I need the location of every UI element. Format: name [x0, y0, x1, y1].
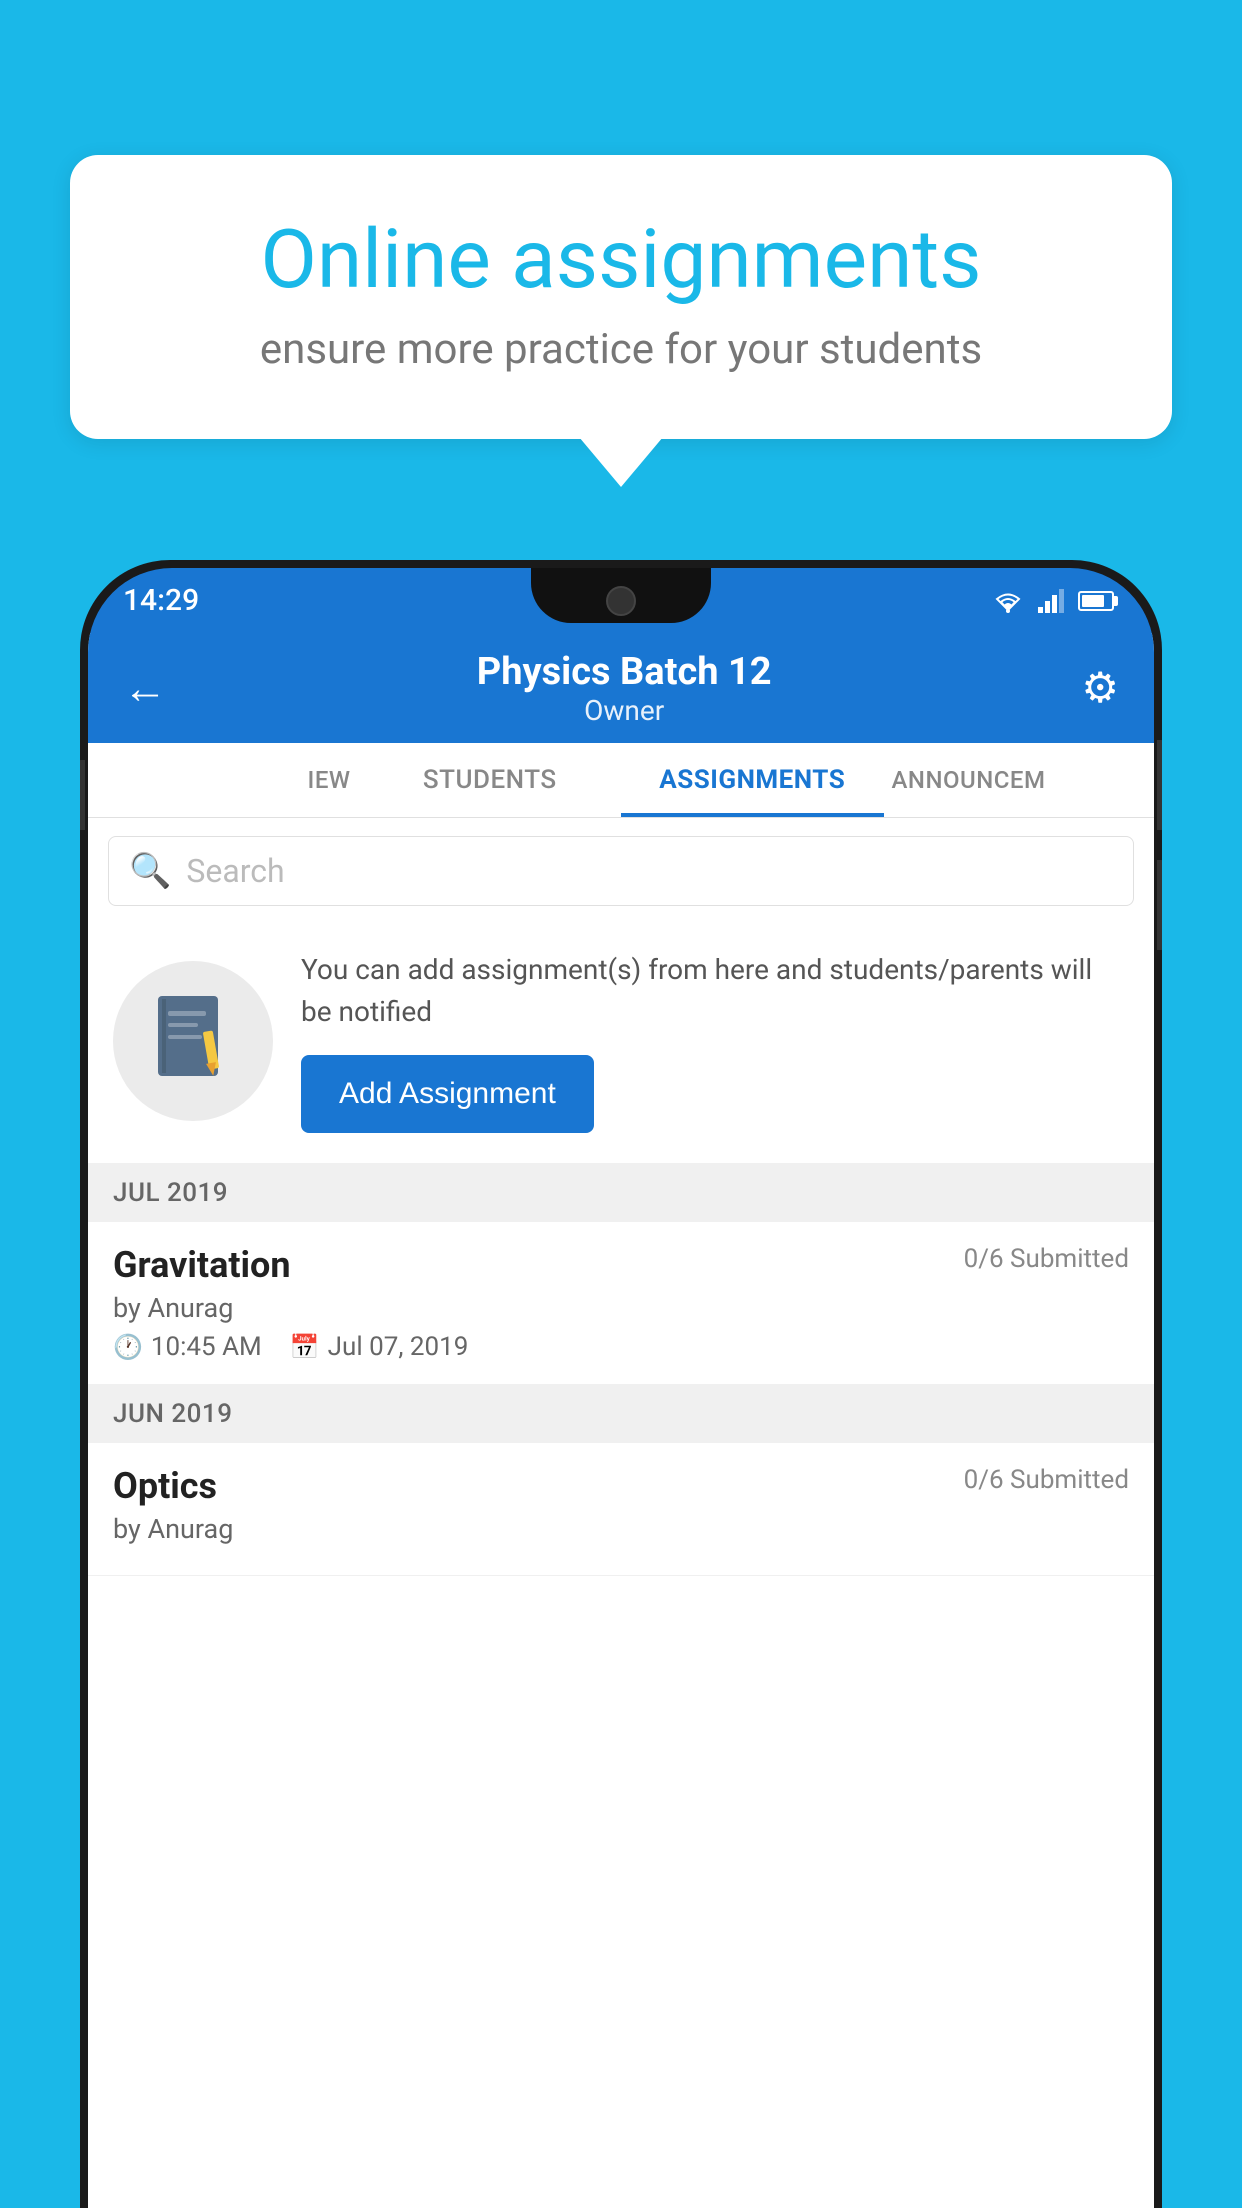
add-assignment-button[interactable]: Add Assignment: [301, 1055, 594, 1133]
info-text-block: You can add assignment(s) from here and …: [301, 949, 1129, 1133]
assignment-status-optics: 0/6 Submitted: [964, 1465, 1129, 1495]
assignment-meta-gravitation: 🕐 10:45 AM 📅 Jul 07, 2019: [113, 1332, 1129, 1362]
bubble-title: Online assignments: [150, 215, 1092, 305]
phone-notch: [531, 568, 711, 623]
status-icons: [990, 588, 1114, 614]
info-description: You can add assignment(s) from here and …: [301, 949, 1129, 1033]
assignment-row-top: Gravitation 0/6 Submitted: [113, 1244, 1129, 1286]
volume-down-button: [1157, 860, 1162, 950]
calendar-icon: 📅: [290, 1333, 320, 1361]
assignment-optics[interactable]: Optics 0/6 Submitted by Anurag: [88, 1443, 1154, 1576]
search-placeholder: Search: [186, 852, 284, 890]
tab-assignments[interactable]: ASSIGNMENTS: [621, 743, 884, 817]
owner-label: Owner: [477, 694, 772, 727]
status-time: 14:29: [123, 583, 199, 618]
volume-button: [80, 760, 85, 830]
assignment-icon-circle: [113, 961, 273, 1121]
assignment-name-gravitation: Gravitation: [113, 1244, 291, 1286]
info-card: You can add assignment(s) from here and …: [88, 924, 1154, 1164]
tabs-bar: IEW STUDENTS ASSIGNMENTS ANNOUNCEM: [88, 743, 1154, 818]
clock-icon: 🕐: [113, 1333, 143, 1361]
header-title-block: Physics Batch 12 Owner: [477, 650, 772, 727]
assignment-by-optics: by Anurag: [113, 1513, 1129, 1545]
bubble-subtitle: ensure more practice for your students: [150, 325, 1092, 374]
speech-bubble-container: Online assignments ensure more practice …: [70, 155, 1172, 439]
assignment-by-gravitation: by Anurag: [113, 1292, 1129, 1324]
assignment-date-gravitation: 📅 Jul 07, 2019: [290, 1332, 469, 1362]
back-button[interactable]: ←: [123, 662, 167, 714]
search-icon: 🔍: [129, 851, 171, 891]
assignment-time-gravitation: 🕐 10:45 AM: [113, 1332, 262, 1362]
app-content: ← Physics Batch 12 Owner ⚙ IEW STUDENTS …: [88, 633, 1154, 2208]
assignment-row-top-optics: Optics 0/6 Submitted: [113, 1465, 1129, 1507]
phone-inner: 14:29: [88, 568, 1154, 2208]
power-button: [1157, 740, 1162, 830]
section-header-jul: JUL 2019: [88, 1164, 1154, 1222]
tab-iew[interactable]: IEW: [88, 743, 359, 817]
phone-frame: 14:29: [80, 560, 1162, 2208]
app-header: ← Physics Batch 12 Owner ⚙: [88, 633, 1154, 743]
section-header-jun: JUN 2019: [88, 1385, 1154, 1443]
settings-button[interactable]: ⚙: [1081, 663, 1119, 713]
search-bar[interactable]: 🔍 Search: [108, 836, 1134, 906]
notebook-icon: [148, 991, 238, 1091]
assignment-status-gravitation: 0/6 Submitted: [964, 1244, 1129, 1274]
search-container: 🔍 Search: [88, 818, 1154, 924]
speech-bubble: Online assignments ensure more practice …: [70, 155, 1172, 439]
camera-dot: [606, 586, 636, 616]
tab-students[interactable]: STUDENTS: [359, 743, 622, 817]
assignment-name-optics: Optics: [113, 1465, 217, 1507]
battery-icon: [1078, 591, 1114, 611]
assignment-gravitation[interactable]: Gravitation 0/6 Submitted by Anurag 🕐 10…: [88, 1222, 1154, 1385]
signal-icon: [1038, 589, 1066, 613]
wifi-icon: [990, 588, 1026, 614]
batch-title: Physics Batch 12: [477, 650, 772, 694]
tab-announcements[interactable]: ANNOUNCEM: [884, 743, 1155, 817]
